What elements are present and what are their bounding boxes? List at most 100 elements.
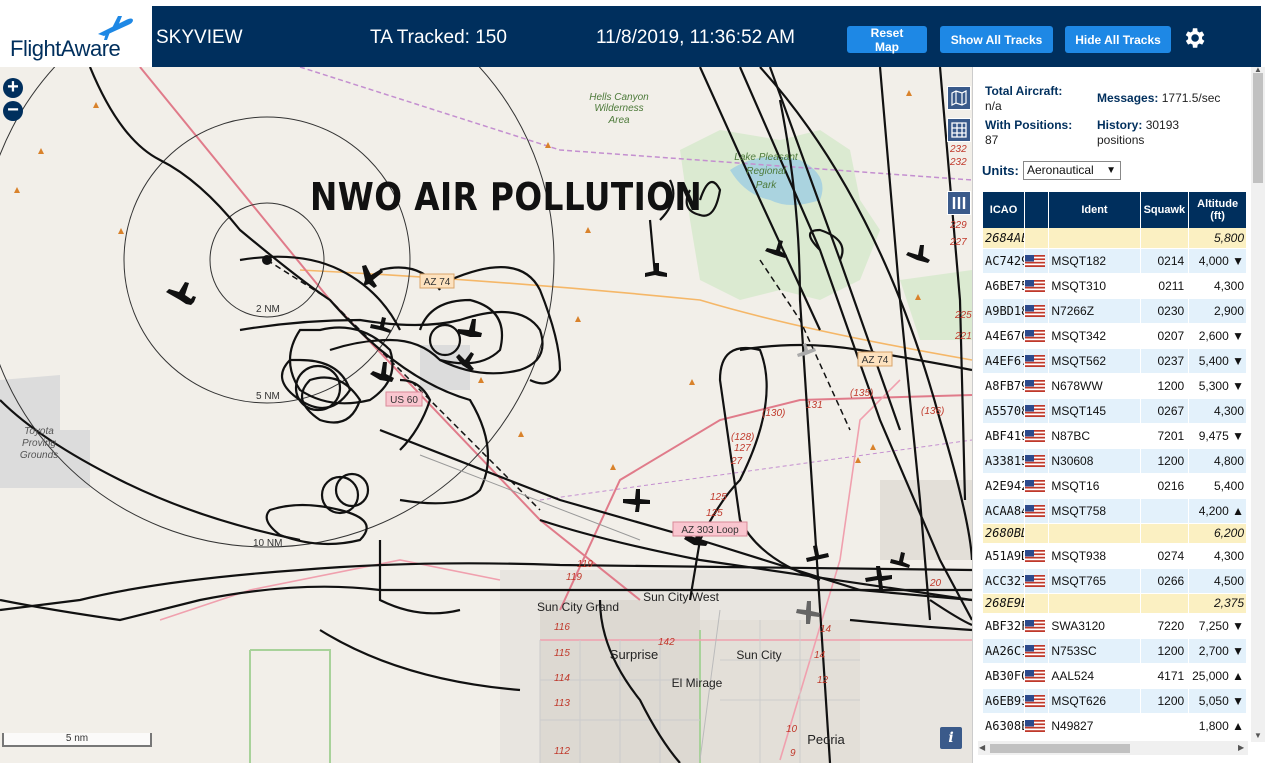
cell-flag: [1024, 398, 1050, 424]
cell-ident: N49827: [1048, 713, 1141, 739]
cell-ident: MSQT310: [1048, 273, 1141, 299]
cell-flag: [1024, 348, 1050, 374]
map-layer-button[interactable]: [947, 86, 971, 110]
map-label-hells-canyon-1: Hells Canyon: [589, 92, 649, 103]
table-row[interactable]: ABF32F SWA3120 7220 7,250 ▼: [983, 613, 1247, 639]
cell-ident: [1048, 523, 1141, 544]
ring-label-2nm: 2 NM: [256, 304, 280, 315]
history-stat: History: 30193 positions: [1097, 118, 1179, 148]
gear-icon[interactable]: [1181, 25, 1207, 51]
map-canvas[interactable]: Hells Canyon Wilderness Area Lake Pleasa…: [0, 67, 972, 763]
grid-toggle-button[interactable]: [947, 118, 971, 142]
cell-squawk: 0274: [1140, 543, 1190, 569]
map-label-az303: AZ 303 Loop: [681, 525, 739, 536]
total-aircraft-value: n/a: [985, 99, 1002, 113]
cell-squawk: 1200: [1140, 448, 1190, 474]
zoom-in-button[interactable]: +: [3, 77, 23, 98]
sidebar-horizontal-scrollbar[interactable]: ◀ ▶: [978, 741, 1248, 755]
table-row[interactable]: AB30F0 AAL524 4171 25,000 ▲: [983, 663, 1247, 689]
skyview-app: FlightAware SKYVIEW TA Tracked: 150 11/8…: [0, 0, 1273, 763]
scroll-right-icon[interactable]: ▶: [1238, 743, 1244, 752]
road-num-232b: 232: [949, 157, 967, 168]
map-label-us60: US 60: [390, 395, 418, 406]
zoom-out-button[interactable]: −: [3, 100, 23, 121]
flightaware-logo[interactable]: FlightAware: [0, 6, 152, 67]
sidebar-vertical-scrollbar[interactable]: ▲ ▼: [1251, 65, 1265, 742]
scroll-down-icon[interactable]: ▼: [1254, 731, 1262, 740]
cell-icao: A6308E: [983, 713, 1026, 739]
table-row[interactable]: ACC327 MSQT765 0266 4,500: [983, 568, 1247, 594]
table-row[interactable]: A4EF67 MSQT562 0237 5,400 ▼: [983, 348, 1247, 374]
aircraft-table: ICAO Ident Squawk Altitude (ft) 2684AE 5,…: [983, 192, 1247, 739]
table-row[interactable]: A55708 MSQT145 0267 4,300: [983, 398, 1247, 424]
us-flag-icon: [1025, 670, 1046, 683]
cell-ident: MSQT182: [1048, 248, 1141, 274]
cell-ident: N753SC: [1048, 638, 1141, 664]
cell-squawk: [1140, 228, 1190, 249]
map-label-sun-city-grand: Sun City Grand: [537, 600, 619, 614]
info-button[interactable]: i: [940, 727, 962, 749]
table-row[interactable]: A6308E N49827 1,800 ▲: [983, 713, 1247, 739]
table-row[interactable]: A51A9D MSQT938 0274 4,300: [983, 543, 1247, 569]
road-num-114: 114: [554, 673, 570, 684]
table-row[interactable]: A2E942 MSQT16 0216 5,400: [983, 473, 1247, 499]
cell-ident: [1048, 593, 1141, 614]
table-row[interactable]: A6BE75 MSQT310 0211 4,300: [983, 273, 1247, 299]
cell-ident: MSQT342: [1048, 323, 1141, 349]
us-flag-icon: [1025, 405, 1046, 418]
cell-squawk: 0216: [1140, 473, 1190, 499]
sidebar-toggle-button[interactable]: [947, 191, 971, 215]
units-select-value: Aeronautical: [1027, 163, 1094, 177]
map-label-az74-b: AZ 74: [862, 355, 889, 366]
cell-altitude: 4,500: [1188, 568, 1247, 594]
table-row[interactable]: A33815 N30608 1200 4,800: [983, 448, 1247, 474]
cell-flag: [1024, 228, 1050, 249]
cell-ident: N7266Z: [1048, 298, 1141, 324]
table-row[interactable]: AC7429 MSQT182 0214 4,000 ▼: [983, 248, 1247, 274]
column-header-squawk[interactable]: Squawk: [1140, 192, 1190, 228]
cell-altitude: 1,800 ▲: [1188, 713, 1247, 739]
top-header: FlightAware SKYVIEW TA Tracked: 150 11/8…: [0, 0, 1273, 67]
table-row[interactable]: A8FB79 N678WW 1200 5,300 ▼: [983, 373, 1247, 399]
table-row[interactable]: ACAA84 MSQT758 4,200 ▲: [983, 498, 1247, 524]
cell-altitude: 4,200 ▲: [1188, 498, 1247, 524]
scroll-left-icon[interactable]: ◀: [979, 743, 985, 752]
cell-squawk: [1140, 498, 1190, 524]
cell-squawk: 7220: [1140, 613, 1190, 639]
history-value: 30193: [1145, 118, 1180, 132]
table-row[interactable]: 2684AE 5,800: [983, 228, 1247, 249]
road-num-135: (135): [850, 388, 873, 399]
column-header-ident[interactable]: Ident: [1048, 192, 1141, 228]
reset-map-button[interactable]: Reset Map: [847, 26, 927, 54]
column-header-flag[interactable]: [1024, 192, 1050, 228]
road-num-20: 20: [929, 578, 942, 589]
show-all-tracks-button[interactable]: Show All Tracks: [940, 26, 1053, 53]
units-select[interactable]: Aeronautical ▼: [1023, 161, 1121, 180]
column-header-altitude[interactable]: Altitude (ft): [1188, 192, 1247, 228]
cell-icao: A9BD18: [983, 298, 1026, 324]
column-header-icao[interactable]: ICAO: [983, 192, 1026, 228]
cell-squawk: 0230: [1140, 298, 1190, 324]
cell-icao: A51A9D: [983, 543, 1026, 569]
us-flag-icon: [1025, 330, 1046, 343]
cell-ident: AAL524: [1048, 663, 1141, 689]
hide-all-tracks-button[interactable]: Hide All Tracks: [1065, 26, 1171, 53]
vertical-scroll-thumb[interactable]: [1253, 73, 1263, 183]
table-row[interactable]: ABF419 N87BC 7201 9,475 ▼: [983, 423, 1247, 449]
us-flag-icon: [1025, 430, 1046, 443]
table-row[interactable]: A4E670 MSQT342 0207 2,600 ▼: [983, 323, 1247, 349]
table-row[interactable]: A9BD18 N7266Z 0230 2,900: [983, 298, 1247, 324]
cell-icao: A2E942: [983, 473, 1026, 499]
table-row[interactable]: AA26C1 N753SC 1200 2,700 ▼: [983, 638, 1247, 664]
map-view[interactable]: Hells Canyon Wilderness Area Lake Pleasa…: [0, 67, 972, 763]
table-row[interactable]: 2680BD 6,200: [983, 523, 1247, 544]
table-row[interactable]: A6EB93 MSQT626 1200 5,050 ▼: [983, 688, 1247, 714]
cell-altitude: 9,475 ▼: [1188, 423, 1247, 449]
horizontal-scroll-thumb[interactable]: [990, 744, 1130, 753]
messages-value: 1771.5/sec: [1161, 91, 1221, 105]
cell-altitude: 4,300: [1188, 273, 1247, 299]
map-label-hells-canyon-3: Area: [607, 115, 630, 126]
cell-ident: N30608: [1048, 448, 1141, 474]
table-row[interactable]: 268E9B 2,375: [983, 593, 1247, 614]
cell-squawk: 0267: [1140, 398, 1190, 424]
